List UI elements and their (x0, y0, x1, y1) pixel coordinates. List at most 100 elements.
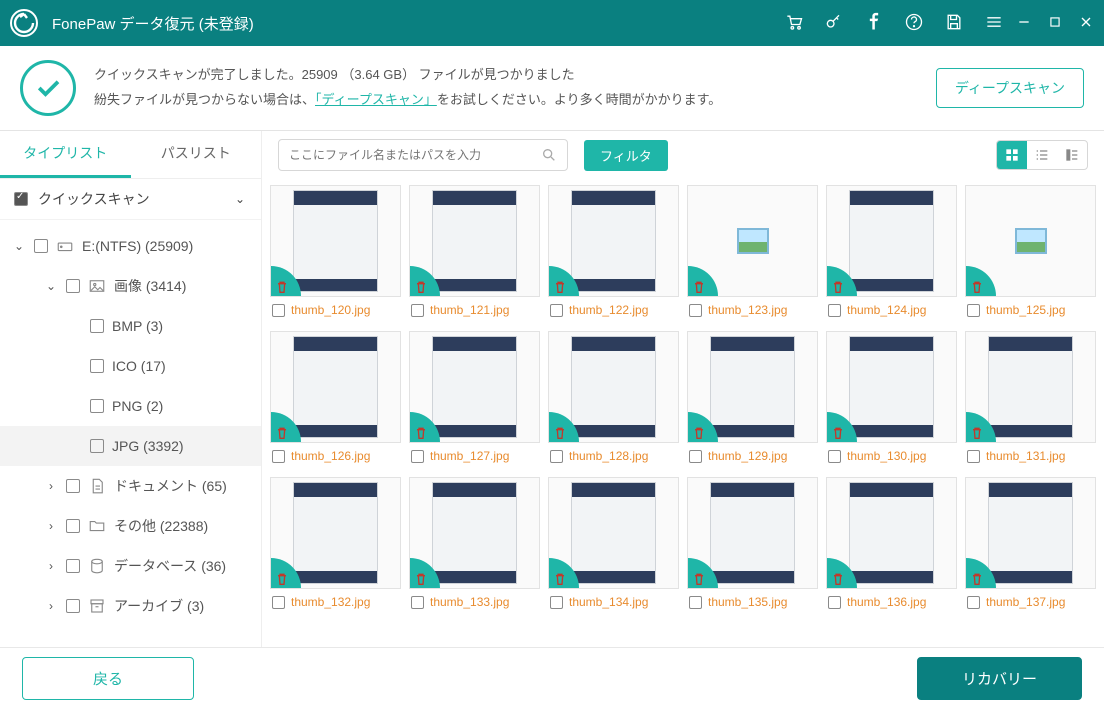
save-icon[interactable] (944, 12, 964, 35)
search-input[interactable] (289, 148, 541, 162)
thumbnail-item[interactable]: thumb_122.jpg (548, 185, 679, 323)
thumbnail-checkbox[interactable] (272, 450, 285, 463)
thumbnail-item[interactable]: thumb_130.jpg (826, 331, 957, 469)
thumbnail-preview[interactable] (965, 477, 1096, 589)
thumbnail-item[interactable]: thumb_137.jpg (965, 477, 1096, 615)
view-grid-icon[interactable] (997, 141, 1027, 169)
filter-button[interactable]: フィルタ (584, 140, 668, 171)
thumbnail-item[interactable]: thumb_135.jpg (687, 477, 818, 615)
tree-item-archive[interactable]: ›アーカイブ (3) (0, 586, 261, 626)
thumbnail-preview[interactable] (548, 185, 679, 297)
thumbnail-item[interactable]: thumb_133.jpg (409, 477, 540, 615)
thumbnail-item[interactable]: thumb_121.jpg (409, 185, 540, 323)
tree-item-png[interactable]: PNG (2) (0, 386, 261, 426)
tree-checkbox[interactable] (90, 399, 104, 413)
minimize-icon[interactable] (1016, 14, 1032, 33)
tree-item-ico[interactable]: ICO (17) (0, 346, 261, 386)
thumbnail-item[interactable]: thumb_131.jpg (965, 331, 1096, 469)
thumbnail-preview[interactable] (687, 477, 818, 589)
thumbnail-preview[interactable] (826, 477, 957, 589)
thumbnail-checkbox[interactable] (411, 450, 424, 463)
cart-icon[interactable] (784, 12, 804, 35)
tree-item-other[interactable]: ›その他 (22388) (0, 506, 261, 546)
thumbnail-checkbox[interactable] (828, 596, 841, 609)
maximize-icon[interactable] (1048, 15, 1062, 32)
chevron-icon[interactable]: ⌄ (12, 239, 26, 253)
thumbnail-checkbox[interactable] (550, 450, 563, 463)
tab-type-list[interactable]: タイプリスト (0, 131, 131, 178)
thumbnail-preview[interactable] (965, 331, 1096, 443)
tab-path-list[interactable]: パスリスト (131, 131, 262, 178)
tree-checkbox[interactable] (66, 279, 80, 293)
close-icon[interactable] (1078, 14, 1094, 33)
thumbnail-preview[interactable] (687, 185, 818, 297)
tree-item-drive[interactable]: ⌄E:(NTFS) (25909) (0, 226, 261, 266)
tree-item-docs[interactable]: ›ドキュメント (65) (0, 466, 261, 506)
menu-icon[interactable] (984, 12, 1004, 35)
chevron-icon[interactable]: › (44, 479, 58, 493)
thumbnail-preview[interactable] (965, 185, 1096, 297)
thumbnail-item[interactable]: thumb_123.jpg (687, 185, 818, 323)
help-icon[interactable] (904, 12, 924, 35)
tree-item-db[interactable]: ›データベース (36) (0, 546, 261, 586)
thumbnail-checkbox[interactable] (828, 450, 841, 463)
thumbnail-preview[interactable] (270, 185, 401, 297)
chevron-down-icon[interactable]: ⌄ (233, 192, 247, 206)
thumbnail-item[interactable]: thumb_128.jpg (548, 331, 679, 469)
thumbnail-preview[interactable] (548, 477, 679, 589)
thumbnail-preview[interactable] (270, 331, 401, 443)
thumbnail-item[interactable]: thumb_134.jpg (548, 477, 679, 615)
thumbnail-item[interactable]: thumb_124.jpg (826, 185, 957, 323)
thumbnail-preview[interactable] (826, 331, 957, 443)
chevron-icon[interactable]: › (44, 599, 58, 613)
thumbnail-checkbox[interactable] (689, 596, 702, 609)
tree-checkbox[interactable] (90, 359, 104, 373)
view-list-icon[interactable] (1027, 141, 1057, 169)
thumbnail-checkbox[interactable] (550, 304, 563, 317)
thumbnail-preview[interactable] (409, 477, 540, 589)
thumbnail-checkbox[interactable] (550, 596, 563, 609)
tree-checkbox[interactable] (90, 439, 104, 453)
tree-checkbox[interactable] (66, 599, 80, 613)
thumbnail-checkbox[interactable] (411, 596, 424, 609)
thumbnail-checkbox[interactable] (967, 304, 980, 317)
quick-scan-header[interactable]: クイックスキャン ⌄ (0, 179, 261, 220)
thumbnail-item[interactable]: thumb_136.jpg (826, 477, 957, 615)
deep-scan-link[interactable]: 「ディープスキャン」 (315, 92, 437, 107)
tree-checkbox[interactable] (34, 239, 48, 253)
tree-checkbox[interactable] (66, 479, 80, 493)
back-button[interactable]: 戻る (22, 657, 194, 700)
recover-button[interactable]: リカバリー (917, 657, 1082, 700)
facebook-icon[interactable] (864, 12, 884, 35)
key-icon[interactable] (824, 12, 844, 35)
thumbnail-preview[interactable] (548, 331, 679, 443)
thumbnail-checkbox[interactable] (411, 304, 424, 317)
thumbnail-item[interactable]: thumb_125.jpg (965, 185, 1096, 323)
thumbnail-preview[interactable] (409, 185, 540, 297)
tree-item-bmp[interactable]: BMP (3) (0, 306, 261, 346)
thumbnail-item[interactable]: thumb_126.jpg (270, 331, 401, 469)
thumbnail-checkbox[interactable] (828, 304, 841, 317)
chevron-icon[interactable]: › (44, 559, 58, 573)
thumbnail-checkbox[interactable] (272, 596, 285, 609)
thumbnail-item[interactable]: thumb_129.jpg (687, 331, 818, 469)
tree-checkbox[interactable] (66, 519, 80, 533)
thumbnail-checkbox[interactable] (272, 304, 285, 317)
thumbnail-item[interactable]: thumb_127.jpg (409, 331, 540, 469)
thumbnail-checkbox[interactable] (967, 450, 980, 463)
chevron-icon[interactable]: › (44, 519, 58, 533)
thumbnail-preview[interactable] (826, 185, 957, 297)
search-box[interactable] (278, 139, 568, 171)
thumbnail-preview[interactable] (409, 331, 540, 443)
search-icon[interactable] (541, 147, 557, 163)
thumbnail-preview[interactable] (270, 477, 401, 589)
thumbnail-item[interactable]: thumb_120.jpg (270, 185, 401, 323)
tree-checkbox[interactable] (90, 319, 104, 333)
tree-item-jpg[interactable]: JPG (3392) (0, 426, 261, 466)
thumbnail-preview[interactable] (687, 331, 818, 443)
thumbnail-checkbox[interactable] (689, 450, 702, 463)
chevron-icon[interactable]: ⌄ (44, 279, 58, 293)
tree-item-images[interactable]: ⌄画像 (3414) (0, 266, 261, 306)
thumbnail-item[interactable]: thumb_132.jpg (270, 477, 401, 615)
thumbnail-checkbox[interactable] (967, 596, 980, 609)
